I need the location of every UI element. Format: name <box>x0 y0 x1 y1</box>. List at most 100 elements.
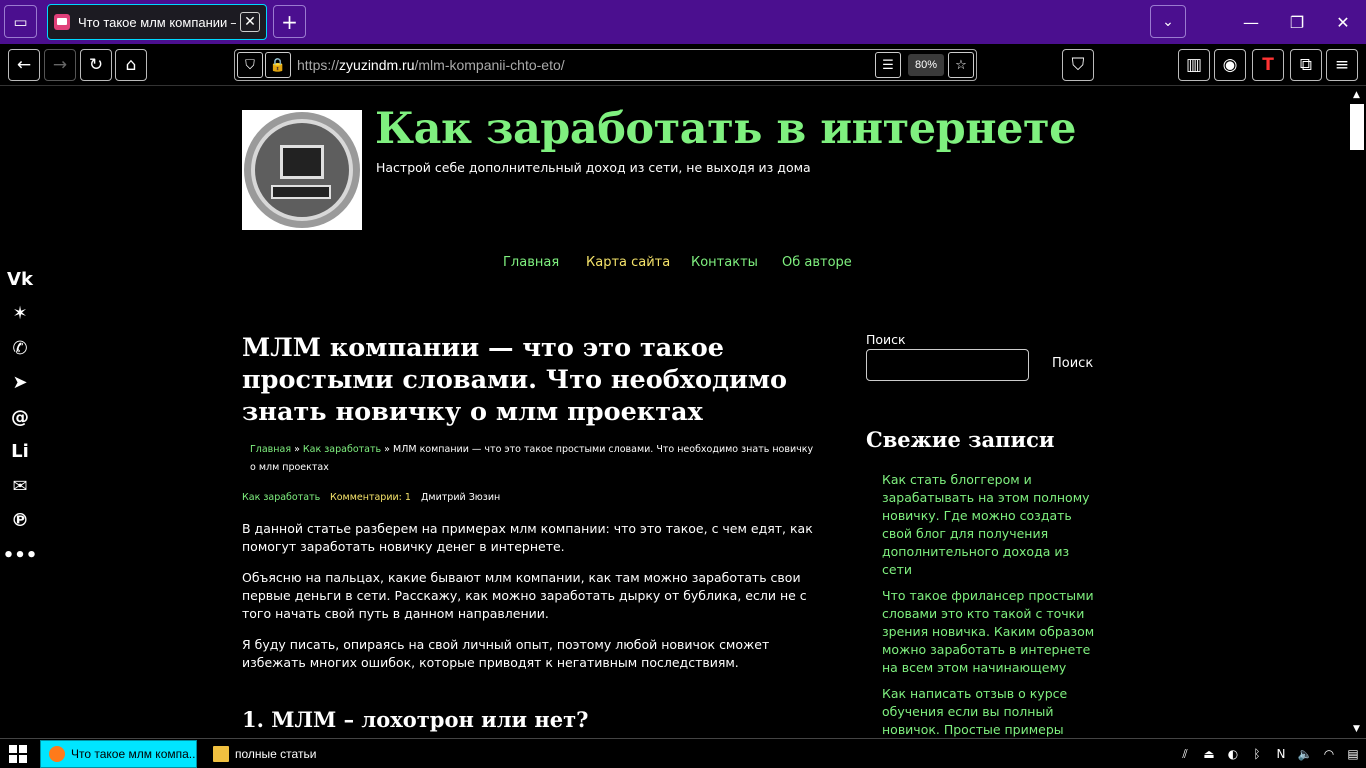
article-paragraph: Я буду писать, опираясь на свой личный о… <box>242 637 770 670</box>
extension-t-button[interactable]: T <box>1252 49 1284 81</box>
volume-icon[interactable]: 🔈 <box>1294 741 1316 767</box>
search-input[interactable] <box>866 349 1029 381</box>
chevron-down-icon: ⌄ <box>1162 13 1174 30</box>
post-category-link[interactable]: Как заработать <box>242 492 320 503</box>
browser-navbar: ← → ↻ ⌂ ⛉ 🔒 https://zyuzindm.ru/mlm-komp… <box>0 44 1366 86</box>
keyboard-shape <box>271 185 331 199</box>
email-share-icon[interactable]: ✉ <box>6 469 34 504</box>
pocket-button[interactable]: ⛉ <box>1062 49 1094 81</box>
url-host: zyuzindm.ru <box>339 57 415 73</box>
browser-tabbar: ▭ Что такое млм компании – 8 ✕ + ⌄ — ❐ ✕ <box>0 0 1366 44</box>
tray-usb-icon[interactable]: ⏏ <box>1198 741 1220 767</box>
taskbar-item-firefox[interactable]: Что такое млм компа... <box>40 740 197 768</box>
mail-ru-share-icon[interactable]: @ <box>6 400 34 435</box>
close-window-button[interactable]: ✕ <box>1320 0 1366 44</box>
extension-t-icon: T <box>1262 55 1274 75</box>
minimize-button[interactable]: — <box>1228 0 1274 44</box>
breadcrumb-separator: » <box>294 444 300 455</box>
sidebar-button[interactable]: ▥ <box>1178 49 1210 81</box>
logo-ring <box>244 112 360 228</box>
address-bar[interactable]: ⛉ 🔒 https://zyuzindm.ru/mlm-kompanii-cht… <box>234 49 977 81</box>
pinterest-share-icon[interactable]: ℗ <box>6 504 34 539</box>
url-text[interactable]: https://zyuzindm.ru/mlm-kompanii-chto-et… <box>297 57 565 73</box>
account-icon: ◉ <box>1222 55 1238 75</box>
new-tab-button[interactable]: + <box>273 5 306 38</box>
recent-post-link[interactable]: Как стать блоггером и зарабатывать на эт… <box>882 471 1100 579</box>
reader-view-icon[interactable]: ☰ <box>875 52 901 78</box>
article-paragraph: Объясню на пальцах, какие бывают млм ком… <box>242 570 807 621</box>
recent-post-link[interactable]: Что такое фрилансер простыми словами это… <box>882 587 1100 677</box>
bluetooth-icon[interactable]: ᛒ <box>1246 741 1268 767</box>
share-bar: Vk ✶ ✆ ➤ @ Li ✉ ℗ ••• <box>3 262 38 573</box>
post-author: Дмитрий Зюзин <box>421 492 501 503</box>
close-icon: ✕ <box>1336 12 1350 32</box>
arrow-right-icon: → <box>52 55 68 75</box>
menu-item-about[interactable]: Об авторе <box>782 255 852 270</box>
restore-icon: ❐ <box>1289 12 1305 32</box>
bookmark-star-icon[interactable]: ☆ <box>948 52 974 78</box>
menu-item-contacts[interactable]: Контакты <box>691 255 758 270</box>
taskbar: Что такое млм компа... полные статьи ⫽ ⏏… <box>0 738 1366 768</box>
taskbar-item-folder[interactable]: полные статьи <box>205 740 355 768</box>
home-button[interactable]: ⌂ <box>115 49 147 81</box>
notifications-icon[interactable]: ▤ <box>1342 741 1364 767</box>
firefox-icon <box>49 746 65 762</box>
back-button[interactable]: ← <box>8 49 40 81</box>
zoom-badge[interactable]: 80% <box>908 54 944 76</box>
tab-close-button[interactable]: ✕ <box>240 12 260 32</box>
account-button[interactable]: ◉ <box>1214 49 1246 81</box>
tray-bars-icon[interactable]: ⫽ <box>1174 741 1196 767</box>
page-scrollbar[interactable]: ▲ ▼ <box>1348 86 1366 738</box>
site-title[interactable]: Как заработать в интернете <box>375 104 1077 154</box>
livejournal-share-icon[interactable]: Li <box>6 435 34 470</box>
ok-share-icon[interactable]: ✶ <box>6 297 34 332</box>
post-comments-link[interactable]: Комментарии: 1 <box>330 492 411 503</box>
scroll-down-icon[interactable]: ▼ <box>1353 724 1360 734</box>
minimize-icon: — <box>1243 12 1259 32</box>
extensions-button[interactable]: ⧉ <box>1290 49 1322 81</box>
site-logo[interactable] <box>242 110 362 230</box>
tab-overview-button[interactable]: ▭ <box>4 5 37 38</box>
network-icon[interactable]: ◠ <box>1318 741 1340 767</box>
breadcrumb-category[interactable]: Как заработать <box>303 444 381 455</box>
taskbar-item-label: Что такое млм компа... <box>71 747 197 761</box>
menu-button[interactable]: ≡ <box>1326 49 1358 81</box>
restore-button[interactable]: ❐ <box>1274 0 1320 44</box>
hamburger-icon: ≡ <box>1334 55 1350 75</box>
url-path: /mlm-kompanii-chto-eto/ <box>414 57 565 73</box>
url-scheme: https:// <box>297 57 340 73</box>
scrollbar-thumb[interactable] <box>1350 104 1364 150</box>
breadcrumb-home[interactable]: Главная <box>250 444 291 455</box>
menu-item-sitemap[interactable]: Карта сайта <box>586 255 670 270</box>
tray-app-icon[interactable]: N <box>1270 741 1292 767</box>
search-button[interactable]: Поиск <box>1046 356 1099 371</box>
site-favicon-icon <box>54 14 70 30</box>
folder-icon <box>213 746 229 762</box>
recent-post-link[interactable]: Как написать отзыв о курсе обучения если… <box>882 685 1100 738</box>
reload-button[interactable]: ↻ <box>80 49 112 81</box>
menu-item-home[interactable]: Главная <box>503 255 559 270</box>
tray-antivirus-icon[interactable]: ◐ <box>1222 741 1244 767</box>
home-icon: ⌂ <box>125 55 137 75</box>
breadcrumb-separator: » <box>384 444 390 455</box>
scroll-up-icon[interactable]: ▲ <box>1353 90 1360 100</box>
sidebar-icon: ▥ <box>1185 55 1203 75</box>
lock-icon[interactable]: 🔒 <box>265 52 291 78</box>
web-page: Как заработать в интернете Настрой себе … <box>0 86 1366 738</box>
tab-active[interactable]: Что такое млм компании – 8 ✕ <box>47 4 267 40</box>
search-label: Поиск <box>866 332 906 347</box>
article-paragraph: В данной статье разберем на примерах млм… <box>242 521 813 554</box>
breadcrumb: Главная » Как заработать » МЛМ компании … <box>250 441 820 477</box>
recent-posts-list: Как стать блоггером и зарабатывать на эт… <box>882 471 1100 738</box>
shield-icon[interactable]: ⛉ <box>237 52 263 78</box>
pocket-icon: ⛉ <box>1071 55 1085 75</box>
forward-button[interactable]: → <box>44 49 76 81</box>
windows-start-icon[interactable] <box>9 745 27 763</box>
vk-share-icon[interactable]: Vk <box>6 262 34 297</box>
list-all-tabs-button[interactable]: ⌄ <box>1150 5 1186 38</box>
whatsapp-share-icon[interactable]: ✆ <box>6 331 34 366</box>
telegram-share-icon[interactable]: ➤ <box>6 366 34 401</box>
tabs-icon: ▭ <box>13 12 28 31</box>
computer-icon <box>251 119 353 221</box>
more-share-icon[interactable]: ••• <box>3 538 38 573</box>
